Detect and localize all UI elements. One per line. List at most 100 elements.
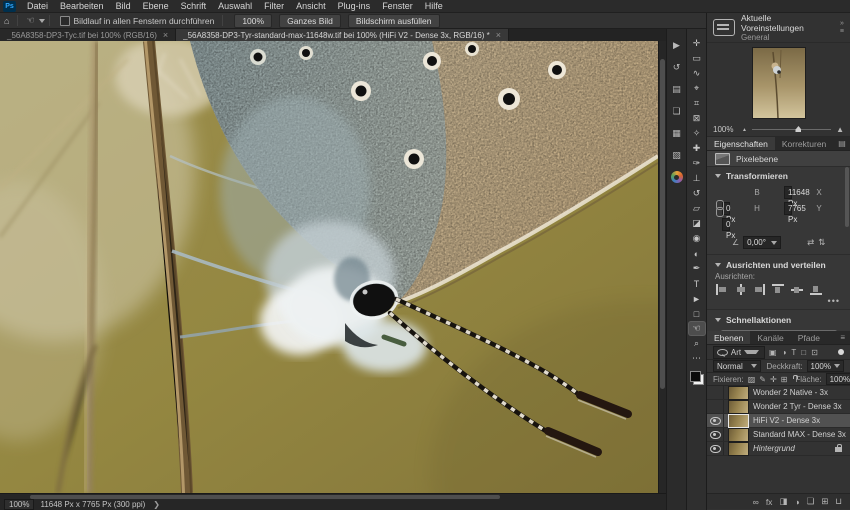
transform-section-header[interactable]: Transformieren: [707, 167, 850, 183]
align-top-icon[interactable]: [772, 284, 785, 295]
layer-effects-icon[interactable]: fx: [766, 497, 773, 507]
brush-tool[interactable]: ✑: [689, 157, 705, 170]
align-bottom-icon[interactable]: [810, 284, 823, 295]
layer-mask-icon[interactable]: ◨: [779, 496, 787, 507]
lasso-tool[interactable]: ∿: [689, 67, 705, 80]
vertical-scrollbar-thumb[interactable]: [660, 59, 665, 389]
layer-row[interactable]: HiFi V2 - Dense 3x: [707, 414, 850, 428]
filter-type-layers-icon[interactable]: T: [791, 348, 796, 357]
healing-brush-tool[interactable]: ✚: [689, 142, 705, 155]
move-tool[interactable]: ✛: [689, 37, 705, 50]
menu-item[interactable]: Datei: [21, 0, 54, 13]
dodge-tool[interactable]: ◐: [689, 247, 705, 260]
menu-item[interactable]: Hilfe: [419, 0, 449, 13]
align-section-header[interactable]: Ausrichten und verteilen: [707, 256, 850, 272]
properties-scrollbar-thumb[interactable]: [845, 167, 849, 227]
zoom-100-button[interactable]: 100%: [234, 13, 273, 28]
layers-panel-menu-icon[interactable]: ≡: [835, 331, 850, 344]
layer-thumbnail[interactable]: [729, 386, 748, 399]
comments-panel-icon[interactable]: ❏: [670, 105, 684, 118]
scroll-all-windows-checkbox[interactable]: [59, 15, 70, 26]
crop-tool[interactable]: ⌗: [689, 97, 705, 110]
path-selection-tool[interactable]: ►: [689, 292, 705, 305]
blend-mode-select[interactable]: Normal: [713, 360, 761, 372]
link-layers-icon[interactable]: ∞: [753, 497, 759, 507]
hand-tool-options-icon[interactable]: ☜: [22, 15, 38, 26]
flip-vertical-icon[interactable]: ⇅: [818, 237, 825, 248]
lock-artboard-icon[interactable]: ⊞: [781, 375, 788, 384]
edit-toolbar-icon[interactable]: ⋯: [689, 352, 705, 365]
foreground-color-swatch[interactable]: [689, 371, 701, 382]
navigator-zoom-slider[interactable]: [751, 126, 832, 132]
visibility-toggle[interactable]: [707, 386, 724, 399]
color-wheel-icon[interactable]: [670, 171, 683, 183]
info-panel-icon[interactable]: ▧: [670, 149, 684, 162]
pen-tool[interactable]: ✒: [689, 262, 705, 275]
filter-shape-layers-icon[interactable]: □: [801, 348, 806, 357]
flip-horizontal-icon[interactable]: ⇄: [807, 237, 814, 248]
menu-item[interactable]: Schrift: [175, 0, 213, 13]
type-tool[interactable]: T: [689, 277, 705, 290]
marquee-tool[interactable]: ▭: [689, 52, 705, 65]
navigator-slider-thumb[interactable]: [795, 126, 802, 132]
filter-adjustment-layers-icon[interactable]: ◑: [782, 348, 787, 357]
collapse-panels-icon[interactable]: »: [840, 20, 844, 27]
layer-thumbnail[interactable]: [729, 414, 748, 427]
delete-layer-icon[interactable]: ⊔: [835, 496, 842, 507]
vertical-scrollbar[interactable]: [658, 41, 666, 493]
canvas-image[interactable]: [0, 1, 850, 510]
layer-filter-toggle-icon[interactable]: [838, 349, 844, 355]
group-layers-icon[interactable]: ❏: [807, 496, 815, 507]
hand-tool[interactable]: ☜: [688, 322, 705, 335]
zoom-in-icon[interactable]: ▲: [836, 125, 844, 134]
eyedropper-tool[interactable]: ✧: [689, 127, 705, 140]
layer-thumbnail[interactable]: [729, 400, 748, 413]
home-icon[interactable]: ⌂: [0, 16, 13, 26]
menu-item[interactable]: Bearbeiten: [54, 0, 110, 13]
clone-stamp-tool[interactable]: ⊥: [689, 172, 705, 185]
filter-smart-objects-icon[interactable]: ⊡: [811, 348, 818, 357]
rotation-input[interactable]: 0,00°: [743, 236, 782, 249]
menu-item[interactable]: Filter: [258, 0, 290, 13]
layer-row[interactable]: Standard MAX - Dense 3x: [707, 428, 850, 442]
new-layer-icon[interactable]: ⊞: [821, 496, 828, 507]
gradient-tool[interactable]: ◪: [689, 217, 705, 230]
menu-item[interactable]: Bild: [110, 0, 137, 13]
align-center-horizontal-icon[interactable]: [734, 284, 747, 295]
rotation-chevron-icon[interactable]: [771, 240, 778, 245]
transform-value-input[interactable]: 0 Px: [722, 217, 735, 240]
layer-filter-kind-select[interactable]: Art: [713, 345, 765, 359]
layer-row[interactable]: Wonder 2 Native - 3x: [707, 386, 850, 400]
menu-item[interactable]: Auswahl: [212, 0, 258, 13]
history-brush-tool[interactable]: ↺: [689, 187, 705, 200]
workspace-menu-icon[interactable]: ≡: [840, 28, 844, 35]
frame-tool[interactable]: ⊠: [689, 112, 705, 125]
history-panel-icon[interactable]: ↺: [670, 61, 684, 74]
panel-tab[interactable]: Ebenen: [707, 331, 751, 344]
tool-preset-chevron-icon[interactable]: [38, 18, 45, 23]
panel-tab[interactable]: Korrekturen: [775, 137, 833, 150]
remove-background-button[interactable]: Hintergrund entfernen: [720, 330, 837, 331]
layer-thumbnail[interactable]: [729, 442, 748, 455]
navigator-thumbnail[interactable]: [752, 48, 805, 118]
layer-row[interactable]: Wonder 2 Tyr - Dense 3x: [707, 400, 850, 414]
eraser-tool[interactable]: ▱: [689, 202, 705, 215]
menu-item[interactable]: Ansicht: [290, 0, 332, 13]
align-left-icon[interactable]: [715, 284, 728, 295]
document-tab[interactable]: _56A8358-DP3-Tyr-standard-max-11648w.tif…: [176, 29, 510, 41]
lock-position-icon[interactable]: ✛: [770, 375, 777, 384]
filter-pixel-layers-icon[interactable]: ▣: [769, 348, 777, 357]
close-tab-icon[interactable]: ×: [163, 30, 168, 40]
actions-panel-icon[interactable]: ▶: [670, 39, 684, 52]
zoom-tool[interactable]: ⌕: [689, 337, 705, 350]
fill-input[interactable]: 100%: [825, 373, 850, 385]
align-middle-vertical-icon[interactable]: [791, 284, 804, 295]
panel-tab[interactable]: Eigenschaften: [707, 137, 775, 150]
blur-tool[interactable]: ◉: [689, 232, 705, 245]
status-options-chevron-icon[interactable]: ❯: [153, 500, 160, 509]
align-more-options[interactable]: •••: [707, 296, 850, 308]
panel-tab[interactable]: Pfade: [791, 331, 827, 344]
zoom-out-icon[interactable]: ▲: [742, 127, 747, 133]
layer-row[interactable]: Hintergrund: [707, 442, 850, 456]
opacity-input[interactable]: 100%: [806, 360, 844, 372]
